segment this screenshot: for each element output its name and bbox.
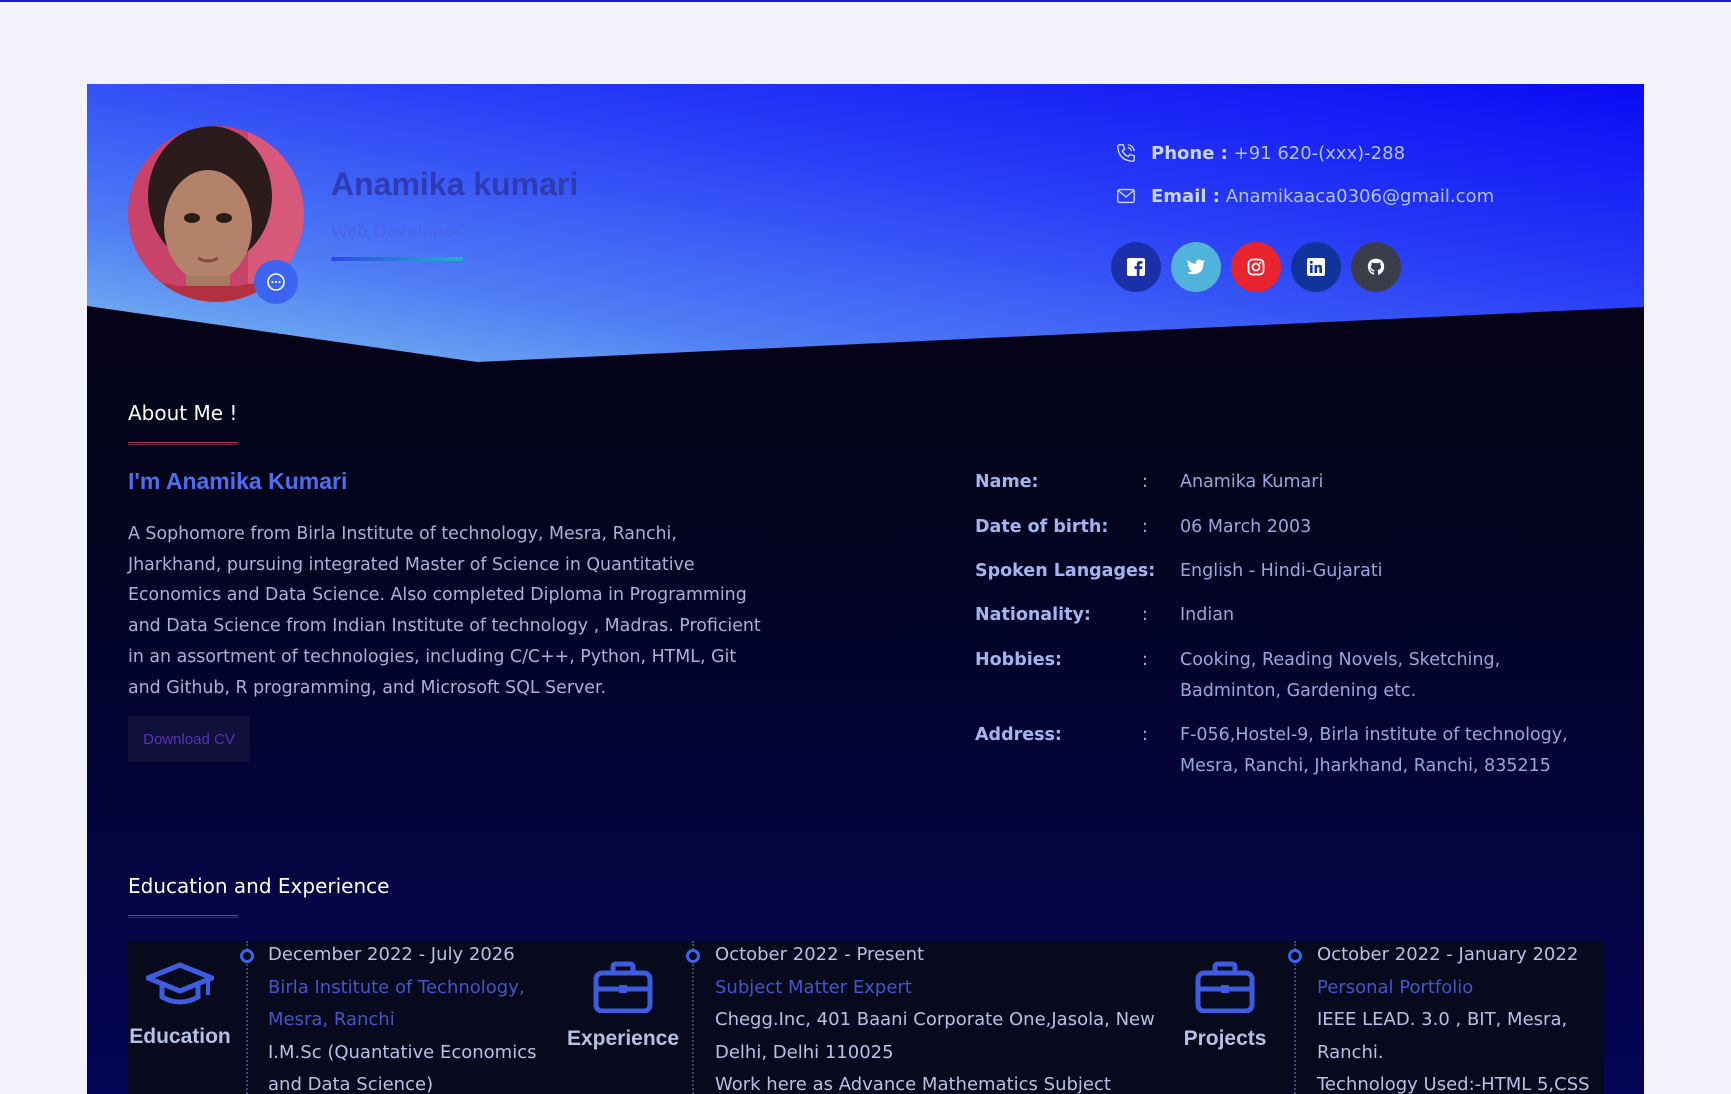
role-underline xyxy=(331,257,463,261)
info-value: English - Hindi-Gujarati xyxy=(1180,561,1383,581)
download-cv-button[interactable]: Download CV xyxy=(128,716,250,762)
info-value: F-056,Hostel-9, Birla institute of techn… xyxy=(1180,725,1568,776)
twitter-icon xyxy=(1186,259,1205,275)
info-key: Hobbies: xyxy=(975,650,1063,670)
profile-role: Web Developer xyxy=(331,222,461,242)
info-separator: : xyxy=(1142,725,1148,745)
info-separator: : xyxy=(1142,650,1148,670)
social-links xyxy=(1111,242,1401,292)
twitter-link[interactable] xyxy=(1171,242,1221,292)
info-value: Anamika Kumari xyxy=(1180,472,1324,492)
phone-label: Phone : xyxy=(1151,142,1228,164)
entry-detail: I.M.Sc (Quantative Economics and Data Sc… xyxy=(268,1041,537,1094)
chat-bubble-icon xyxy=(267,273,285,291)
email-row: Email : Anamikaaca0306@gmail.com xyxy=(1115,185,1494,207)
profile-name: Anamika kumari xyxy=(331,166,579,202)
mail-icon xyxy=(1117,188,1135,204)
entry-detail: Chegg.Inc, 401 Baani Corporate One,Jasol… xyxy=(715,1009,1155,1063)
github-link[interactable] xyxy=(1351,242,1401,292)
graduation-cap-icon xyxy=(146,962,214,1005)
timeline-category-experience: Experience xyxy=(565,961,681,1051)
info-separator: : xyxy=(1142,472,1148,492)
header-background xyxy=(87,84,1644,362)
entry-extra: Work here as Advance Mathematics Subject… xyxy=(715,1074,1111,1094)
timeline-dot xyxy=(1288,949,1302,963)
timeline-entry-projects: October 2022 - January 2022 Personal Por… xyxy=(1317,939,1607,1094)
info-key: Date of birth: xyxy=(975,517,1109,537)
facebook-link[interactable] xyxy=(1111,242,1161,292)
timeline-panel: Education December 2022 - July 2026 Birl… xyxy=(128,941,1604,1094)
info-separator: : xyxy=(1142,561,1148,581)
info-value: 06 March 2003 xyxy=(1180,517,1312,537)
instagram-icon xyxy=(1247,258,1265,276)
top-accent-line xyxy=(0,0,1731,2)
timeline-category-education: Education xyxy=(128,961,232,1049)
timeline-entry-experience: October 2022 - Present Subject Matter Ex… xyxy=(715,939,1155,1094)
category-label: Projects xyxy=(1183,1027,1267,1050)
info-separator: : xyxy=(1142,605,1148,625)
entry-date: October 2022 - Present xyxy=(715,944,925,965)
info-value: Indian xyxy=(1180,605,1235,625)
email-value[interactable]: Anamikaaca0306@gmail.com xyxy=(1226,186,1494,207)
entry-date: December 2022 - July 2026 xyxy=(268,944,515,965)
entry-title: Personal Portfolio xyxy=(1317,976,1474,998)
chat-button[interactable] xyxy=(254,260,298,304)
linkedin-link[interactable] xyxy=(1291,242,1341,292)
info-key: Address: xyxy=(975,725,1062,745)
info-key: Name: xyxy=(975,472,1039,492)
info-key: Spoken Langages: xyxy=(975,561,1156,581)
timeline-category-projects: Projects xyxy=(1181,961,1269,1051)
linkedin-icon xyxy=(1307,258,1325,276)
info-value: Cooking, Reading Novels, Sketching, Badm… xyxy=(1180,650,1501,701)
entry-title: Subject Matter Expert xyxy=(715,976,912,998)
category-label: Education xyxy=(129,1025,231,1048)
briefcase-icon xyxy=(593,961,653,1013)
timeline-title-underline xyxy=(128,915,238,918)
about-section-title: About Me ! xyxy=(128,401,238,425)
about-heading: I'm Anamika Kumari xyxy=(128,468,348,494)
category-label: Experience xyxy=(566,1027,680,1050)
about-paragraph: A Sophomore from Birla Institute of tech… xyxy=(128,524,761,698)
facebook-icon xyxy=(1127,258,1145,276)
timeline-section-title: Education and Experience xyxy=(128,874,390,898)
briefcase-icon xyxy=(1195,961,1255,1013)
entry-title: Birla Institute of Technology, Mesra, Ra… xyxy=(268,976,525,1031)
timeline-dot xyxy=(686,949,700,963)
about-title-underline xyxy=(128,442,238,445)
timeline-line xyxy=(1294,941,1296,1094)
github-icon xyxy=(1367,258,1385,275)
phone-row: Phone : +91 620-(xxx)-288 xyxy=(1115,142,1405,164)
timeline-entry-education: December 2022 - July 2026 Birla Institut… xyxy=(268,939,568,1094)
email-label: Email : xyxy=(1151,185,1221,207)
phone-value[interactable]: +91 620-(xxx)-288 xyxy=(1234,143,1405,164)
phone-icon xyxy=(1117,144,1135,162)
entry-extra: Technology Used:-HTML 5,CSS xyxy=(1317,1074,1590,1094)
instagram-link[interactable] xyxy=(1231,242,1281,292)
info-separator: : xyxy=(1142,517,1148,537)
entry-detail: IEEE LEAD. 3.0 , BIT, Mesra, Ranchi. xyxy=(1317,1009,1568,1063)
entry-date: October 2022 - January 2022 xyxy=(1317,944,1579,965)
timeline-line xyxy=(246,941,248,1094)
resume-card: Anamika kumari Web Developer Phone : +91… xyxy=(87,84,1644,1094)
timeline-line xyxy=(692,941,694,1094)
timeline-dot xyxy=(240,949,254,963)
info-key: Nationality: xyxy=(975,605,1091,625)
